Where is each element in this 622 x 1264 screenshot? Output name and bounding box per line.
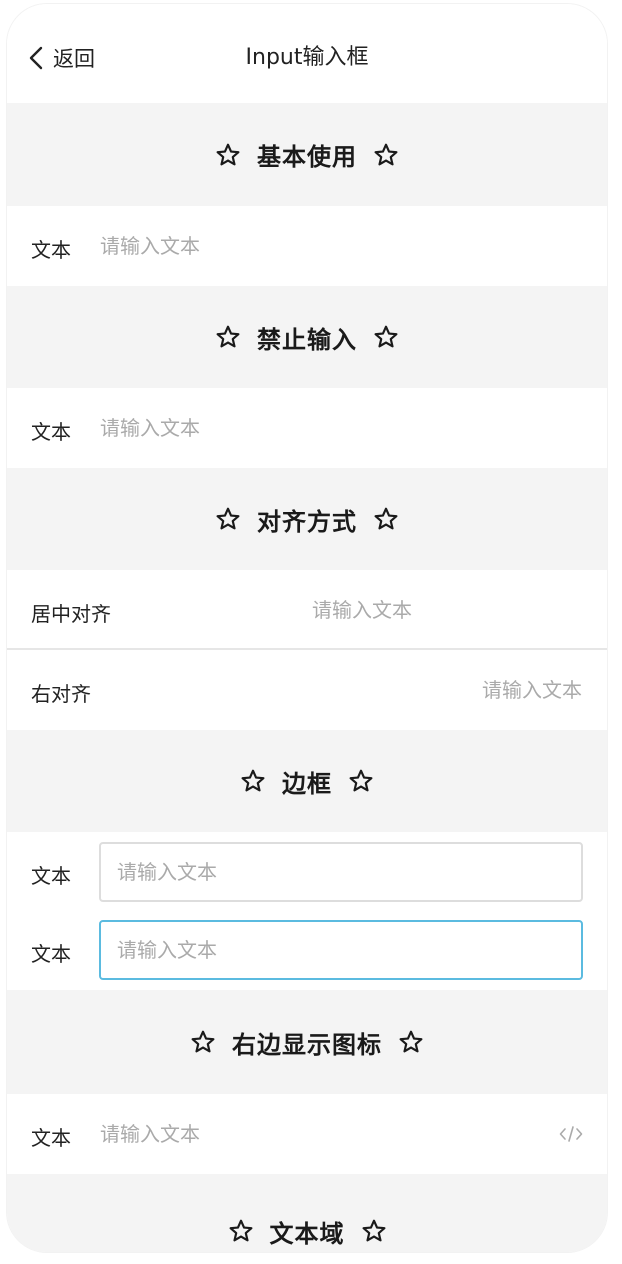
section-header-textarea: 文本域: [7, 1174, 607, 1252]
section-header-basic: 基本使用: [7, 103, 607, 206]
text-input[interactable]: [100, 232, 580, 260]
page-title: Input输入框: [245, 45, 369, 70]
section-title: 基本使用: [257, 143, 357, 171]
section-header-icon: 右边显示图标: [7, 990, 607, 1094]
input-row-center: 居中对齐: [7, 570, 607, 648]
section-title: 右边显示图标: [232, 1030, 382, 1059]
star-icon: [240, 768, 266, 794]
row-label: 文本: [31, 420, 71, 444]
row-label: 文本: [31, 942, 71, 966]
star-icon: [348, 768, 374, 794]
section-header-border: 边框: [7, 730, 607, 832]
section-title: 边框: [282, 769, 332, 798]
star-icon: [215, 142, 241, 168]
star-icon: [228, 1218, 254, 1244]
section-header-disabled: 禁止输入: [7, 286, 607, 388]
star-icon: [373, 324, 399, 350]
row-label: 文本: [31, 1126, 71, 1150]
code-icon[interactable]: [559, 1124, 583, 1144]
right-aligned-input[interactable]: [127, 676, 582, 704]
text-input-with-icon[interactable]: [100, 1120, 540, 1148]
star-icon: [373, 142, 399, 168]
row-label: 文本: [31, 864, 71, 888]
nav-bar: 返回 Input输入框: [7, 4, 607, 104]
input-row-basic: 文本: [7, 206, 607, 286]
input-row-icon: 文本: [7, 1094, 607, 1174]
star-icon: [215, 506, 241, 532]
app-screen: 返回 Input输入框 基本使用 文本 禁止输入: [7, 4, 607, 1252]
input-row-disabled: 文本: [7, 388, 607, 468]
star-icon: [190, 1029, 216, 1055]
row-label: 文本: [31, 238, 71, 262]
bordered-input-focused[interactable]: [99, 920, 583, 980]
border-inputs-group: 文本 文本: [7, 832, 607, 990]
star-icon: [373, 506, 399, 532]
star-icon: [361, 1218, 387, 1244]
section-title: 对齐方式: [257, 507, 357, 536]
row-label: 居中对齐: [31, 602, 111, 626]
input-row-right: 右对齐: [7, 650, 607, 730]
center-aligned-input[interactable]: [127, 596, 597, 624]
section-header-align: 对齐方式: [7, 468, 607, 570]
star-icon: [215, 324, 241, 350]
row-label: 右对齐: [31, 682, 91, 706]
bordered-input[interactable]: [99, 842, 583, 902]
device-frame: 返回 Input输入框 基本使用 文本 禁止输入: [0, 0, 622, 1264]
star-icon: [398, 1029, 424, 1055]
section-title: 禁止输入: [257, 325, 357, 354]
disabled-text-input: [100, 414, 580, 442]
section-title: 文本域: [269, 1219, 345, 1248]
